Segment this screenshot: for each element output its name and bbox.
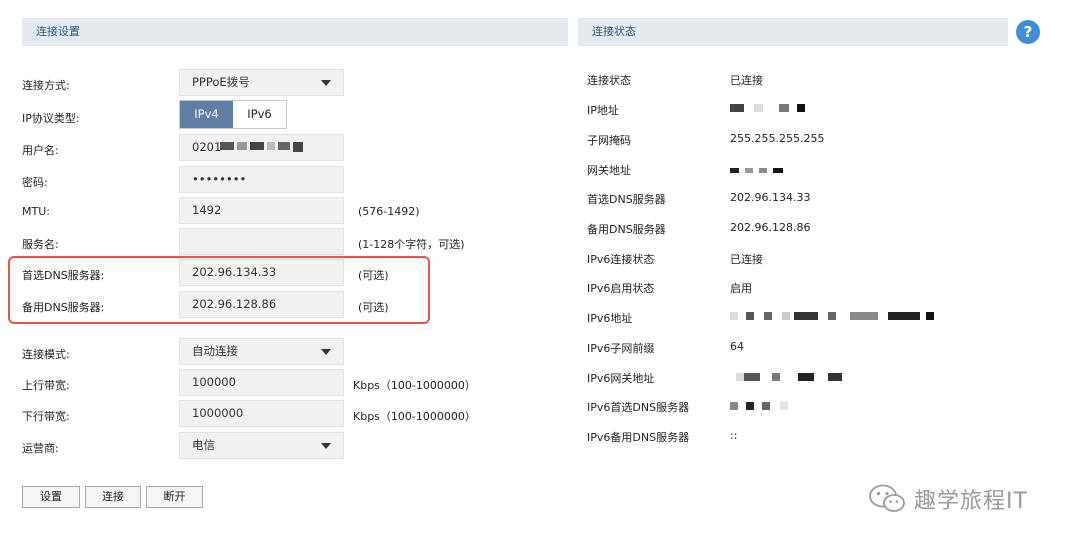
ipv6-address-label: IPv6地址 [587, 312, 633, 325]
mtu-label: MTU: [22, 205, 50, 218]
download-value: 1000000 [192, 406, 244, 420]
ipv6-enable-label: IPv6启用状态 [587, 282, 655, 295]
download-label: 下行带宽: [22, 410, 70, 423]
gateway-redacted [730, 166, 783, 174]
ipv6-prefix-value: 64 [730, 340, 744, 353]
ipv6-dns2-value: :: [730, 429, 738, 442]
upload-value: 100000 [192, 375, 236, 389]
upload-label: 上行带宽: [22, 379, 70, 392]
dns2-hint: (可选) [358, 301, 389, 314]
disconnect-button[interactable]: 断开 [146, 486, 203, 508]
connection-settings-title: 连接设置 [36, 25, 80, 38]
username-redaction [220, 142, 303, 152]
status-label: 连接状态 [587, 74, 631, 87]
dns1-value: 202.96.134.33 [192, 265, 277, 279]
watermark: 趣学旅程IT [868, 483, 1028, 515]
dns1-status-value: 202.96.134.33 [730, 191, 811, 204]
mtu-input[interactable]: 1492 [179, 197, 344, 224]
ipv6-prefix-label: IPv6子网前缀 [587, 342, 655, 355]
dns2-status-label: 备用DNS服务器 [587, 223, 666, 236]
isp-value: 电信 [192, 438, 215, 452]
subnet-mask-value: 255.255.255.255 [730, 132, 825, 145]
ip-address-redacted [730, 104, 805, 112]
ipv6-conn-status-value: 已连接 [730, 253, 763, 266]
connection-status-header: 连接状态 [578, 18, 1008, 46]
password-label: 密码: [22, 176, 48, 189]
password-value: •••••••• [192, 172, 247, 186]
dns1-label: 首选DNS服务器: [22, 269, 105, 282]
conn-method-value: PPPoE拨号 [192, 75, 250, 89]
conn-method-label: 连接方式: [22, 79, 70, 92]
ipv4-option[interactable]: IPv4 [180, 101, 233, 128]
conn-mode-select[interactable]: 自动连接 [179, 338, 344, 365]
wechat-icon [869, 484, 905, 512]
ipv6-gateway-label: IPv6网关地址 [587, 372, 655, 385]
password-input[interactable]: •••••••• [179, 166, 344, 193]
upload-hint: Kbps（100-1000000） [353, 379, 476, 392]
status-value: 已连接 [730, 74, 763, 87]
download-input[interactable]: 1000000 [179, 400, 344, 427]
mtu-hint: (576-1492) [358, 205, 420, 218]
ipv6-option[interactable]: IPv6 [233, 101, 286, 128]
dns1-hint: (可选) [358, 269, 389, 282]
connection-settings-header: 连接设置 [22, 18, 568, 46]
download-hint: Kbps（100-1000000） [353, 410, 476, 423]
ipv6-dns2-label: IPv6备用DNS服务器 [587, 431, 690, 444]
upload-input[interactable]: 100000 [179, 369, 344, 396]
mtu-value: 1492 [192, 203, 222, 217]
username-value: 0201 [192, 140, 222, 154]
username-input[interactable]: 0201 [179, 134, 344, 161]
dns1-input[interactable]: 202.96.134.33 [179, 259, 344, 286]
dns2-value: 202.96.128.86 [192, 297, 277, 311]
ipv6-dns1-label: IPv6首选DNS服务器 [587, 401, 690, 414]
service-input[interactable] [179, 228, 344, 255]
ipv6-address-redacted [730, 312, 934, 320]
username-label: 用户名: [22, 144, 59, 157]
conn-mode-value: 自动连接 [192, 344, 238, 358]
isp-label: 运营商: [22, 442, 59, 455]
conn-method-select[interactable]: PPPoE拨号 [179, 69, 344, 96]
help-icon[interactable]: ? [1016, 20, 1040, 44]
ipv6-enable-value: 启用 [730, 282, 752, 295]
connection-status-title: 连接状态 [592, 25, 636, 38]
ipv6-conn-status-label: IPv6连接状态 [587, 253, 655, 266]
service-hint: (1-128个字符，可选) [358, 238, 465, 251]
gateway-label: 网关地址 [587, 164, 631, 177]
connect-button[interactable]: 连接 [85, 486, 141, 508]
dns2-label: 备用DNS服务器: [22, 301, 105, 314]
conn-mode-label: 连接模式: [22, 348, 70, 361]
dns2-status-value: 202.96.128.86 [730, 221, 811, 234]
ipv6-gateway-redacted [736, 373, 842, 381]
watermark-text: 趣学旅程IT [914, 489, 1028, 514]
ipv6-dns1-redacted [730, 402, 788, 410]
ip-type-toggle: IPv4 IPv6 [179, 100, 287, 129]
dns2-input[interactable]: 202.96.128.86 [179, 291, 344, 318]
ip-address-label: IP地址 [587, 104, 619, 117]
subnet-mask-label: 子网掩码 [587, 134, 631, 147]
service-label: 服务名: [22, 238, 59, 251]
settings-button[interactable]: 设置 [22, 486, 80, 508]
dns1-status-label: 首选DNS服务器 [587, 193, 666, 206]
ip-type-label: IP协议类型: [22, 112, 80, 125]
isp-select[interactable]: 电信 [179, 432, 344, 459]
